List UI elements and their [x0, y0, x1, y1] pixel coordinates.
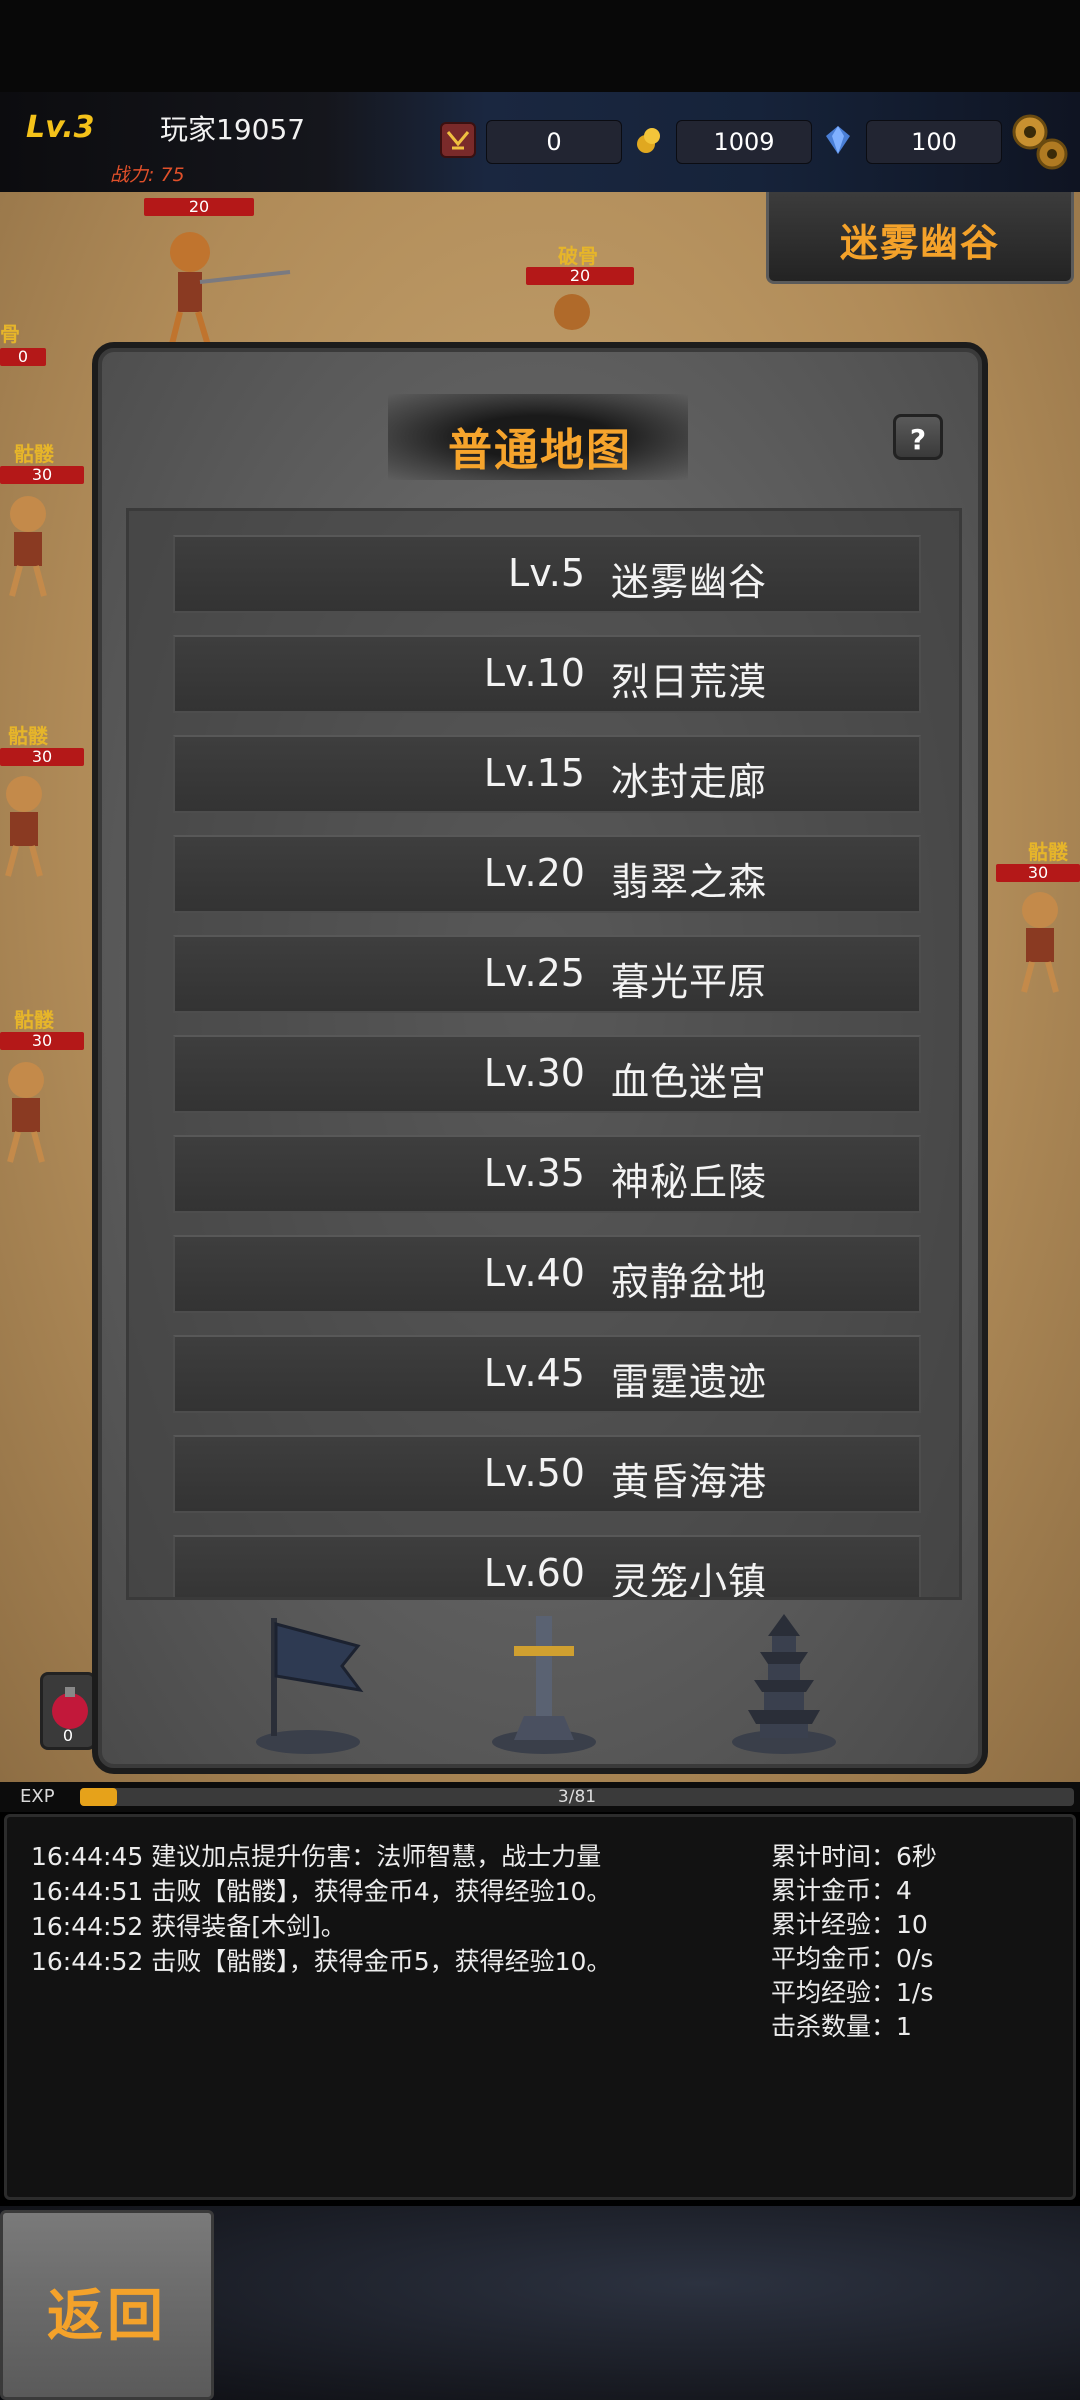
map-item-lv50[interactable]: Lv.50 黄昏海港 [173, 1435, 921, 1513]
map-item-lv25[interactable]: Lv.25 暮光平原 [173, 935, 921, 1013]
map-item-lv5[interactable]: Lv.5 迷雾幽谷 [173, 535, 921, 613]
map-name: 迷雾幽谷 [611, 560, 768, 604]
question-icon: ? [909, 423, 927, 456]
gear-icon[interactable] [1002, 104, 1074, 176]
map-level: Lv.5 [508, 551, 585, 595]
help-button[interactable]: ? [893, 414, 943, 460]
exp-bar-row: EXP 3/81 [0, 1782, 1080, 1812]
current-map-name: 迷雾幽谷 [839, 221, 1000, 265]
sword-in-stone-icon [492, 1616, 596, 1754]
stat-avg-exp: 平均经验：1/s [771, 1978, 934, 2007]
enemy-name: 骷髅 [8, 724, 48, 748]
bottom-bar: 返回 [0, 2206, 1080, 2400]
map-item-lv60[interactable]: Lv.60 灵笼小镇 [173, 1535, 921, 1600]
potion-count: 0 [62, 1726, 74, 1745]
stat-avg-gold: 平均金币：0/s [771, 1944, 934, 1973]
enemy-name: 骨 [0, 322, 20, 346]
map-item-lv15[interactable]: Lv.15 冰封走廊 [173, 735, 921, 813]
map-level: Lv.10 [483, 651, 585, 695]
potion-slot[interactable]: 0 [40, 1672, 96, 1750]
map-item-lv35[interactable]: Lv.35 神秘丘陵 [173, 1135, 921, 1213]
enemy-hp-bar: 30 [0, 748, 84, 766]
battle-log-panel: 16:44:45 建议加点提升伤害：法师智慧，战士力量 16:44:51 击败【… [4, 1814, 1076, 2200]
enemy-hp-bar: 20 [526, 267, 634, 285]
current-map-box[interactable]: 迷雾幽谷 [766, 192, 1074, 284]
enemy-name: 骷髅 [1028, 840, 1068, 864]
map-item-lv45[interactable]: Lv.45 雷霆遗迹 [173, 1335, 921, 1413]
sword-badge-icon [440, 122, 476, 158]
resource-slot-gem: 100 [866, 120, 1002, 164]
map-level: Lv.30 [483, 1051, 585, 1095]
enemy-hp-bar: 30 [996, 864, 1080, 882]
map-name: 雷霆遗迹 [611, 1360, 768, 1404]
map-level: Lv.40 [483, 1251, 585, 1295]
log-line: 16:44:52 击败【骷髅】，获得金币5，获得经验10。 [31, 1947, 612, 1976]
map-category-tabs [98, 1606, 982, 1758]
map-item-lv10[interactable]: Lv.10 烈日荒漠 [173, 635, 921, 713]
map-name: 寂静盆地 [611, 1260, 768, 1304]
enemy-name: 破骨 [558, 244, 598, 268]
map-name: 翡翠之森 [611, 860, 768, 904]
map-item-lv30[interactable]: Lv.30 血色迷宫 [173, 1035, 921, 1113]
tab-elite-map[interactable] [474, 1606, 614, 1758]
map-name: 冰封走廊 [611, 760, 768, 804]
map-level: Lv.25 [483, 951, 585, 995]
enemy-hp-bar: 30 [0, 1032, 84, 1050]
map-list[interactable]: Lv.5 迷雾幽谷 Lv.10 烈日荒漠 Lv.15 冰封走廊 Lv.20 翡翠… [126, 508, 962, 1600]
map-level: Lv.50 [483, 1451, 585, 1495]
map-name: 烈日荒漠 [611, 660, 768, 704]
enemy-hp-bar: 20 [144, 198, 254, 216]
stat-total-gold: 累计金币：4 [771, 1876, 912, 1905]
stat-kill-count: 击杀数量：1 [771, 2012, 912, 2041]
enemy-name: 骷髅 [14, 442, 54, 466]
map-name: 神秘丘陵 [611, 1160, 768, 1204]
map-name: 黄昏海港 [611, 1460, 768, 1504]
skeleton-enemy [7, 1062, 45, 1163]
player-level: Lv.3 [26, 110, 95, 145]
gold-coin-icon [630, 122, 666, 158]
player-header: Lv.3 玩家19057 战力: 75 0 1009 100 [0, 92, 1080, 192]
resource-slot-honor: 0 [486, 120, 622, 164]
stat-total-exp: 累计经验：10 [771, 1910, 928, 1939]
dialog-title: 普通地图 [448, 425, 632, 476]
map-item-lv40[interactable]: Lv.40 寂静盆地 [173, 1235, 921, 1313]
battle-flag-icon [256, 1618, 364, 1754]
map-item-lv20[interactable]: Lv.20 翡翠之森 [173, 835, 921, 913]
log-line: 16:44:45 建议加点提升伤害：法师智慧，战士力量 [31, 1842, 602, 1871]
skeleton-enemy [167, 232, 291, 353]
log-line: 16:44:52 获得装备[木剑]。 [31, 1912, 346, 1941]
blue-gem-icon [820, 122, 856, 158]
map-name: 暮光平原 [611, 960, 768, 1004]
skeleton-enemy [5, 776, 43, 877]
map-level: Lv.20 [483, 851, 585, 895]
enemy-name: 骷髅 [14, 1008, 54, 1032]
tab-tower-map[interactable] [714, 1606, 854, 1758]
map-level: Lv.60 [483, 1551, 585, 1595]
enemy-hp-bar: 30 [0, 466, 84, 484]
exp-label: EXP [20, 1786, 55, 1807]
map-name: 灵笼小镇 [611, 1560, 768, 1600]
combat-power: 战力: 75 [110, 164, 185, 186]
exp-text: 3/81 [557, 1787, 597, 1807]
map-name: 血色迷宫 [611, 1060, 768, 1104]
player-name: 玩家19057 [160, 113, 306, 146]
skeleton-enemy [9, 496, 47, 597]
pagoda-tower-icon [732, 1614, 836, 1754]
exp-track: 3/81 [80, 1788, 1074, 1806]
resource-slot-gold: 1009 [676, 120, 812, 164]
status-bar [0, 0, 1080, 92]
stat-total-time: 累计时间：6秒 [771, 1842, 937, 1871]
map-select-dialog: 普通地图 ? Lv.5 迷雾幽谷 Lv.10 烈日荒漠 Lv.15 冰封走廊 L… [92, 342, 988, 1774]
back-button[interactable]: 返回 [0, 2210, 214, 2400]
map-level: Lv.15 [483, 751, 585, 795]
skeleton-enemy [554, 294, 590, 330]
log-line: 16:44:51 击败【骷髅】，获得金币4，获得经验10。 [31, 1877, 612, 1906]
enemy-hp-bar: 0 [0, 348, 46, 366]
back-button-label: 返回 [47, 2284, 167, 2349]
tab-normal-map[interactable] [238, 1606, 378, 1758]
skeleton-enemy [1021, 892, 1059, 993]
map-level: Lv.45 [483, 1351, 585, 1395]
map-level: Lv.35 [483, 1151, 585, 1195]
